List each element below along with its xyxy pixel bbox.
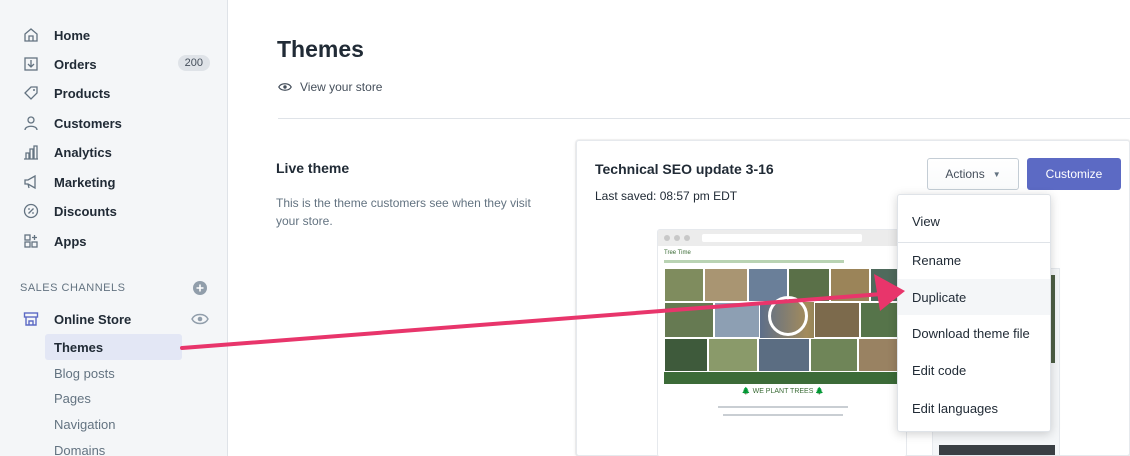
collage-tile (708, 338, 758, 372)
sidebar-item-apps[interactable]: Apps (20, 229, 220, 253)
orders-icon (20, 53, 42, 75)
sidebar-item-online-store[interactable]: Online Store (20, 307, 220, 331)
person-icon (20, 112, 42, 134)
window-dot (674, 235, 680, 241)
theme-name: Technical SEO update 3-16 (595, 161, 774, 177)
menu-item-rename[interactable]: Rename (898, 242, 1050, 278)
url-bar (702, 234, 862, 242)
sidebar-item-customers[interactable]: Customers (20, 111, 220, 135)
orders-count-badge: 200 (177, 55, 210, 71)
live-theme-heading: Live theme (276, 160, 350, 176)
sidebar-item-label: Home (54, 27, 91, 43)
theme-preview: Tree Time 🌲 WE PLANT TREES 🌲 (657, 229, 907, 456)
customize-button[interactable]: Customize (1027, 158, 1121, 190)
window-dot (664, 235, 670, 241)
view-store-label: View your store (300, 80, 383, 94)
sidebar-item-orders[interactable]: Orders 200 (20, 52, 220, 76)
tag-icon (20, 82, 42, 104)
collage-tile (858, 338, 902, 372)
collage-tile (714, 302, 760, 338)
collage-tile (814, 302, 860, 338)
collage-tile (830, 268, 870, 302)
sidebar-item-label: Orders (54, 56, 97, 72)
preview-text-line (718, 406, 848, 408)
preview-tagline: 🌲 WE PLANT TREES 🌲 (741, 388, 825, 395)
sidebar-subitem-blog-posts[interactable]: Blog posts (45, 360, 182, 386)
last-saved-text: Last saved: 08:57 pm EDT (595, 189, 738, 203)
collage-tile (860, 302, 902, 338)
sidebar-subitem-themes[interactable]: Themes (45, 334, 182, 360)
actions-button[interactable]: Actions ▼ (927, 158, 1019, 190)
caret-down-icon: ▼ (992, 169, 1001, 179)
sidebar-item-label: Analytics (54, 144, 112, 160)
preview-hero-collage (664, 268, 902, 372)
sidebar: Home Orders 200 Products Customers Analy… (0, 0, 228, 456)
page-title: Themes (277, 36, 364, 62)
sidebar-item-label: Products (54, 85, 111, 101)
sidebar-item-label: Discounts (54, 203, 117, 219)
add-channel-icon[interactable] (192, 280, 208, 296)
sidebar-subitem-pages[interactable]: Pages (45, 385, 182, 411)
collage-tile (664, 268, 704, 302)
collage-tile (664, 338, 708, 372)
preview-logo: Tree Time (664, 250, 691, 256)
view-store-link[interactable]: View your store (278, 80, 382, 94)
menu-item-download-theme[interactable]: Download theme file (898, 315, 1050, 351)
live-theme-description: This is the theme customers see when the… (276, 196, 531, 228)
sidebar-item-label: Online Store (54, 311, 132, 327)
preview-site: Tree Time 🌲 WE PLANT TREES 🌲 (658, 246, 906, 456)
sidebar-item-discounts[interactable]: Discounts (20, 199, 220, 223)
menu-item-edit-code[interactable]: Edit code (898, 352, 1050, 388)
eye-icon (278, 83, 292, 91)
preview-footer (939, 445, 1055, 455)
collage-tile (664, 302, 714, 338)
sidebar-subitem-navigation[interactable]: Navigation (45, 411, 182, 437)
bar-chart-icon (20, 141, 42, 163)
divider (278, 118, 1130, 119)
sales-channels-heading: SALES CHANNELS (20, 282, 126, 294)
collage-tile (758, 338, 810, 372)
sidebar-item-products[interactable]: Products (20, 81, 220, 105)
menu-item-duplicate[interactable]: Duplicate (898, 279, 1050, 315)
menu-item-edit-languages[interactable]: Edit languages (898, 390, 1050, 426)
collage-tile (810, 338, 858, 372)
store-icon (20, 308, 42, 330)
apps-icon (20, 230, 42, 252)
sidebar-item-home[interactable]: Home (20, 23, 220, 47)
browser-bar (658, 230, 906, 246)
preview-text-line (723, 414, 843, 416)
preview-nav (664, 260, 844, 263)
menu-item-view[interactable]: View (898, 203, 1050, 239)
sidebar-item-label: Customers (54, 115, 122, 131)
actions-menu: View Rename Duplicate Download theme fil… (897, 194, 1051, 432)
actions-button-label: Actions (945, 167, 985, 181)
sidebar-item-marketing[interactable]: Marketing (20, 170, 220, 194)
sidebar-item-analytics[interactable]: Analytics (20, 140, 220, 164)
logo-emblem (768, 296, 808, 336)
sidebar-item-label: Marketing (54, 174, 116, 190)
sidebar-item-label: Apps (54, 233, 87, 249)
eye-icon[interactable] (191, 312, 209, 326)
megaphone-icon (20, 171, 42, 193)
home-icon (20, 24, 42, 46)
collage-tile (704, 268, 748, 302)
window-dot (684, 235, 690, 241)
sidebar-subitem-domains[interactable]: Domains (45, 437, 182, 456)
preview-banner (664, 372, 902, 384)
discount-icon (20, 200, 42, 222)
